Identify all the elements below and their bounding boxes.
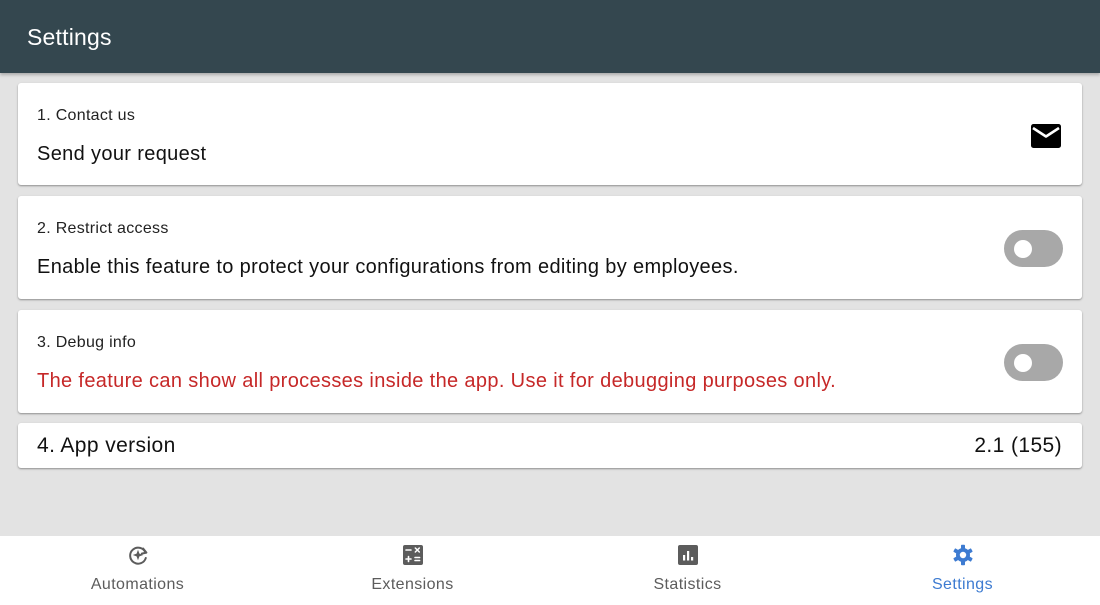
- app-version-card: 4. App version 2.1 (155): [18, 423, 1082, 468]
- nav-item-settings[interactable]: Settings: [825, 536, 1100, 605]
- toggle-knob: [1014, 240, 1032, 258]
- calculator-icon: [402, 545, 423, 565]
- app-version-label: 4. App version: [37, 434, 176, 457]
- nav-item-statistics[interactable]: Statistics: [550, 536, 825, 605]
- restrict-access-toggle[interactable]: [1004, 230, 1063, 267]
- toggle-knob: [1014, 354, 1032, 372]
- restrict-access-description: Enable this feature to protect your conf…: [37, 256, 739, 278]
- contact-us-description: Send your request: [37, 143, 207, 165]
- contact-us-title: 1. Contact us: [37, 107, 136, 124]
- restrict-access-card: 2. Restrict access Enable this feature t…: [18, 196, 1082, 299]
- mail-icon[interactable]: [1030, 123, 1062, 149]
- app-bar: Settings: [0, 0, 1100, 73]
- bar-chart-icon: [677, 545, 698, 565]
- debug-info-title: 3. Debug info: [37, 334, 137, 351]
- nav-label-settings: Settings: [931, 576, 993, 593]
- app-version-value: 2.1 (155): [974, 434, 1062, 457]
- debug-info-card: 3. Debug info The feature can show all p…: [18, 310, 1082, 413]
- nav-label-statistics: Statistics: [653, 576, 722, 593]
- page-title: Settings: [27, 24, 112, 50]
- debug-info-toggle[interactable]: [1004, 344, 1063, 381]
- nav-label-automations: Automations: [90, 576, 185, 593]
- nav-label-extensions: Extensions: [371, 576, 454, 593]
- debug-info-description: The feature can show all processes insid…: [37, 370, 837, 392]
- gear-icon: [952, 544, 973, 566]
- contact-us-card[interactable]: 1. Contact us Send your request: [18, 83, 1082, 185]
- restrict-access-title: 2. Restrict access: [37, 220, 169, 237]
- nav-item-extensions[interactable]: Extensions: [275, 536, 550, 605]
- bottom-navigation: Automations Extensions Statistics Settin…: [0, 536, 1100, 605]
- automations-icon: [128, 546, 147, 565]
- nav-item-automations[interactable]: Automations: [0, 536, 275, 605]
